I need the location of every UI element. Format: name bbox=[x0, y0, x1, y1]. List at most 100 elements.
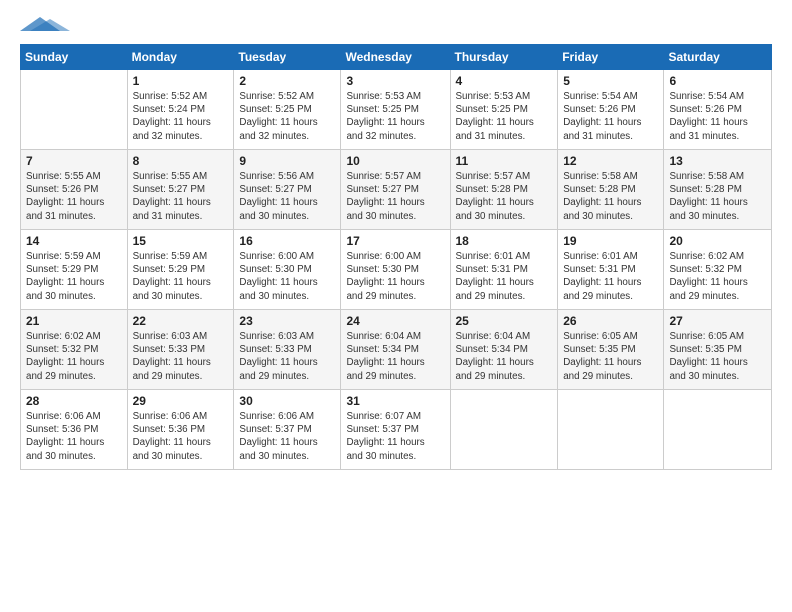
day-info: Sunrise: 5:55 AM Sunset: 5:27 PM Dayligh… bbox=[133, 170, 229, 223]
day-info: Sunrise: 6:00 AM Sunset: 5:30 PM Dayligh… bbox=[239, 250, 335, 303]
day-number: 10 bbox=[346, 154, 444, 168]
day-info: Sunrise: 5:52 AM Sunset: 5:25 PM Dayligh… bbox=[239, 90, 335, 143]
calendar-cell: 2 Sunrise: 5:52 AM Sunset: 5:25 PM Daylig… bbox=[234, 70, 341, 150]
day-info: Sunrise: 6:07 AM Sunset: 5:37 PM Dayligh… bbox=[346, 410, 444, 463]
weekday-header-monday: Monday bbox=[127, 45, 234, 70]
calendar-page: SundayMondayTuesdayWednesdayThursdayFrid… bbox=[0, 0, 792, 612]
weekday-header-wednesday: Wednesday bbox=[341, 45, 450, 70]
calendar-cell: 29Sunrise: 6:06 AM Sunset: 5:36 PM Dayli… bbox=[127, 390, 234, 470]
calendar-cell: 8 Sunrise: 5:55 AM Sunset: 5:27 PM Daylig… bbox=[127, 150, 234, 230]
calendar-cell: 20Sunrise: 6:02 AM Sunset: 5:32 PM Dayli… bbox=[664, 230, 772, 310]
day-number: 17 bbox=[346, 234, 444, 248]
day-info: Sunrise: 6:06 AM Sunset: 5:37 PM Dayligh… bbox=[239, 410, 335, 463]
day-info: Sunrise: 5:54 AM Sunset: 5:26 PM Dayligh… bbox=[563, 90, 658, 143]
day-number: 14 bbox=[26, 234, 122, 248]
calendar-cell: 3 Sunrise: 5:53 AM Sunset: 5:25 PM Daylig… bbox=[341, 70, 450, 150]
day-info: Sunrise: 6:05 AM Sunset: 5:35 PM Dayligh… bbox=[563, 330, 658, 383]
day-number: 31 bbox=[346, 394, 444, 408]
day-number: 16 bbox=[239, 234, 335, 248]
day-number: 7 bbox=[26, 154, 122, 168]
calendar-cell: 13Sunrise: 5:58 AM Sunset: 5:28 PM Dayli… bbox=[664, 150, 772, 230]
logo-icon bbox=[20, 17, 70, 31]
day-info: Sunrise: 6:04 AM Sunset: 5:34 PM Dayligh… bbox=[456, 330, 553, 383]
calendar-cell: 23 Sunrise: 6:03 AM Sunset: 5:33 PM Dayli… bbox=[234, 310, 341, 390]
weekday-row: SundayMondayTuesdayWednesdayThursdayFrid… bbox=[21, 45, 772, 70]
calendar-cell: 21 Sunrise: 6:02 AM Sunset: 5:32 PM Dayli… bbox=[21, 310, 128, 390]
calendar-cell: 10Sunrise: 5:57 AM Sunset: 5:27 PM Dayli… bbox=[341, 150, 450, 230]
calendar-cell: 16 Sunrise: 6:00 AM Sunset: 5:30 PM Dayli… bbox=[234, 230, 341, 310]
calendar-cell: 18 Sunrise: 6:01 AM Sunset: 5:31 PM Dayli… bbox=[450, 230, 558, 310]
calendar-cell bbox=[558, 390, 664, 470]
day-number: 13 bbox=[669, 154, 766, 168]
day-info: Sunrise: 5:54 AM Sunset: 5:26 PM Dayligh… bbox=[669, 90, 766, 143]
calendar-header: SundayMondayTuesdayWednesdayThursdayFrid… bbox=[21, 45, 772, 70]
day-number: 8 bbox=[133, 154, 229, 168]
day-info: Sunrise: 6:03 AM Sunset: 5:33 PM Dayligh… bbox=[133, 330, 229, 383]
weekday-header-saturday: Saturday bbox=[664, 45, 772, 70]
day-info: Sunrise: 6:00 AM Sunset: 5:30 PM Dayligh… bbox=[346, 250, 444, 303]
calendar-cell: 30Sunrise: 6:06 AM Sunset: 5:37 PM Dayli… bbox=[234, 390, 341, 470]
day-info: Sunrise: 6:05 AM Sunset: 5:35 PM Dayligh… bbox=[669, 330, 766, 383]
day-info: Sunrise: 5:57 AM Sunset: 5:28 PM Dayligh… bbox=[456, 170, 553, 223]
week-row-3: 21 Sunrise: 6:02 AM Sunset: 5:32 PM Dayli… bbox=[21, 310, 772, 390]
day-number: 22 bbox=[133, 314, 229, 328]
calendar-cell bbox=[664, 390, 772, 470]
day-number: 1 bbox=[133, 74, 229, 88]
day-number: 15 bbox=[133, 234, 229, 248]
day-number: 23 bbox=[239, 314, 335, 328]
day-number: 3 bbox=[346, 74, 444, 88]
calendar-cell: 5 Sunrise: 5:54 AM Sunset: 5:26 PM Daylig… bbox=[558, 70, 664, 150]
day-info: Sunrise: 6:01 AM Sunset: 5:31 PM Dayligh… bbox=[563, 250, 658, 303]
calendar-cell: 17 Sunrise: 6:00 AM Sunset: 5:30 PM Dayli… bbox=[341, 230, 450, 310]
day-number: 19 bbox=[563, 234, 658, 248]
day-info: Sunrise: 5:53 AM Sunset: 5:25 PM Dayligh… bbox=[456, 90, 553, 143]
day-info: Sunrise: 6:01 AM Sunset: 5:31 PM Dayligh… bbox=[456, 250, 553, 303]
day-number: 25 bbox=[456, 314, 553, 328]
week-row-4: 28 Sunrise: 6:06 AM Sunset: 5:36 PM Dayli… bbox=[21, 390, 772, 470]
day-number: 4 bbox=[456, 74, 553, 88]
calendar-cell: 31 Sunrise: 6:07 AM Sunset: 5:37 PM Dayli… bbox=[341, 390, 450, 470]
week-row-1: 7 Sunrise: 5:55 AM Sunset: 5:26 PM Daylig… bbox=[21, 150, 772, 230]
day-info: Sunrise: 5:56 AM Sunset: 5:27 PM Dayligh… bbox=[239, 170, 335, 223]
calendar-cell bbox=[21, 70, 128, 150]
day-number: 24 bbox=[346, 314, 444, 328]
weekday-header-friday: Friday bbox=[558, 45, 664, 70]
calendar-cell: 1 Sunrise: 5:52 AM Sunset: 5:24 PM Daylig… bbox=[127, 70, 234, 150]
day-number: 5 bbox=[563, 74, 658, 88]
day-info: Sunrise: 6:06 AM Sunset: 5:36 PM Dayligh… bbox=[26, 410, 122, 463]
calendar-cell: 19 Sunrise: 6:01 AM Sunset: 5:31 PM Dayli… bbox=[558, 230, 664, 310]
day-number: 21 bbox=[26, 314, 122, 328]
calendar-cell bbox=[450, 390, 558, 470]
weekday-header-tuesday: Tuesday bbox=[234, 45, 341, 70]
day-info: Sunrise: 5:59 AM Sunset: 5:29 PM Dayligh… bbox=[133, 250, 229, 303]
day-number: 20 bbox=[669, 234, 766, 248]
day-number: 9 bbox=[239, 154, 335, 168]
day-info: Sunrise: 6:03 AM Sunset: 5:33 PM Dayligh… bbox=[239, 330, 335, 383]
day-info: Sunrise: 5:59 AM Sunset: 5:29 PM Dayligh… bbox=[26, 250, 122, 303]
day-info: Sunrise: 5:53 AM Sunset: 5:25 PM Dayligh… bbox=[346, 90, 444, 143]
day-number: 2 bbox=[239, 74, 335, 88]
calendar-cell: 11 Sunrise: 5:57 AM Sunset: 5:28 PM Dayli… bbox=[450, 150, 558, 230]
day-number: 29 bbox=[133, 394, 229, 408]
calendar-cell: 22 Sunrise: 6:03 AM Sunset: 5:33 PM Dayli… bbox=[127, 310, 234, 390]
logo bbox=[20, 16, 70, 36]
day-info: Sunrise: 5:58 AM Sunset: 5:28 PM Dayligh… bbox=[563, 170, 658, 223]
calendar-cell: 26 Sunrise: 6:05 AM Sunset: 5:35 PM Dayli… bbox=[558, 310, 664, 390]
day-number: 28 bbox=[26, 394, 122, 408]
day-info: Sunrise: 5:52 AM Sunset: 5:24 PM Dayligh… bbox=[133, 90, 229, 143]
day-number: 26 bbox=[563, 314, 658, 328]
day-number: 6 bbox=[669, 74, 766, 88]
calendar-cell: 6 Sunrise: 5:54 AM Sunset: 5:26 PM Daylig… bbox=[664, 70, 772, 150]
day-number: 12 bbox=[563, 154, 658, 168]
day-info: Sunrise: 5:55 AM Sunset: 5:26 PM Dayligh… bbox=[26, 170, 122, 223]
calendar-body: 1 Sunrise: 5:52 AM Sunset: 5:24 PM Daylig… bbox=[21, 70, 772, 470]
weekday-header-sunday: Sunday bbox=[21, 45, 128, 70]
day-number: 27 bbox=[669, 314, 766, 328]
day-number: 11 bbox=[456, 154, 553, 168]
week-row-0: 1 Sunrise: 5:52 AM Sunset: 5:24 PM Daylig… bbox=[21, 70, 772, 150]
header bbox=[20, 16, 772, 36]
day-info: Sunrise: 6:02 AM Sunset: 5:32 PM Dayligh… bbox=[26, 330, 122, 383]
calendar-cell: 28 Sunrise: 6:06 AM Sunset: 5:36 PM Dayli… bbox=[21, 390, 128, 470]
calendar-cell: 25 Sunrise: 6:04 AM Sunset: 5:34 PM Dayli… bbox=[450, 310, 558, 390]
day-number: 18 bbox=[456, 234, 553, 248]
